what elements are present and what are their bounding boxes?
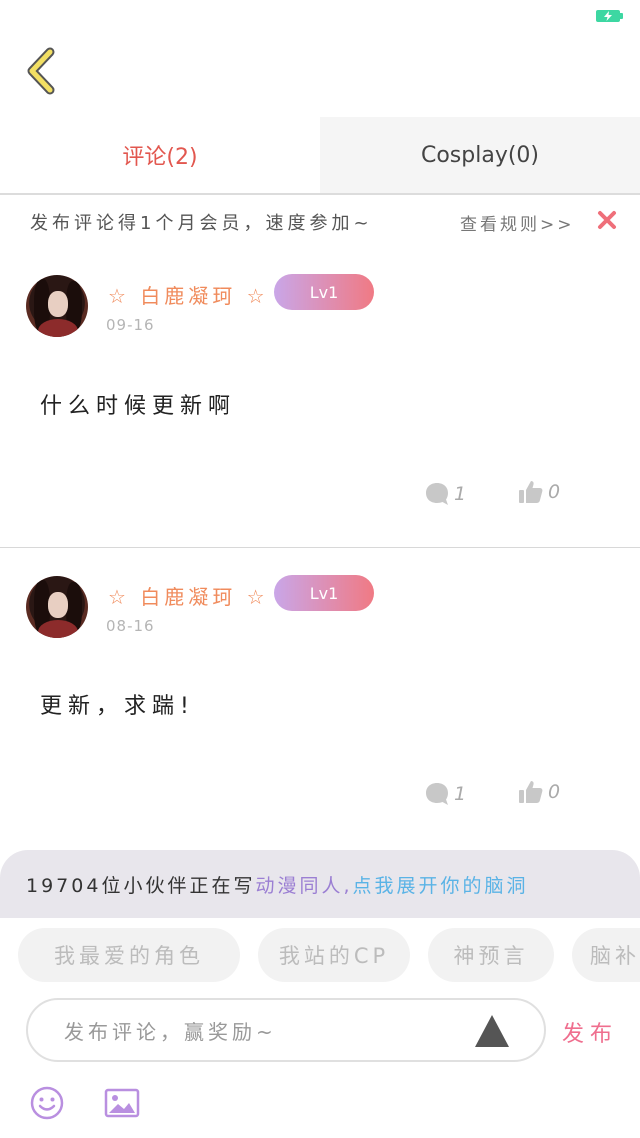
username[interactable]: ☆ 白鹿凝珂 ☆ (108, 280, 269, 309)
topic-chip[interactable]: 脑补 (572, 928, 640, 982)
reply-count: 1 (454, 783, 467, 805)
username[interactable]: ☆ 白鹿凝珂 ☆ (108, 581, 269, 610)
topic-chip[interactable]: 我最爱的角色 (18, 928, 240, 982)
topic-chip[interactable]: 神预言 (428, 928, 554, 982)
promo-count-text: 19704位小伙伴正在写 (26, 874, 256, 897)
comment-text: 什么时候更新啊 (40, 394, 237, 419)
tab-cosplay[interactable]: Cosplay(0) (320, 117, 640, 193)
like-button[interactable]: 0 (518, 778, 560, 806)
reply-count: 1 (454, 483, 467, 505)
smiley-icon[interactable] (30, 1086, 64, 1120)
promo-topic-text: 动漫同人, (255, 874, 353, 897)
reply-button[interactable]: 1 (424, 480, 466, 508)
battery-icon (596, 10, 623, 22)
tab-bar: 评论(2) Cosplay(0) (0, 117, 640, 195)
view-rules-link[interactable]: 查看规则>> (460, 210, 575, 235)
topic-chip[interactable]: 我站的CP (258, 928, 410, 982)
comment-input-placeholder: 发布评论，赢奖励~ (64, 1019, 277, 1044)
like-count: 0 (548, 481, 561, 503)
divider (0, 547, 640, 548)
thumbs-up-icon (519, 481, 543, 503)
comment-bubble-icon (426, 783, 448, 805)
thumbs-up-icon (519, 781, 543, 803)
notice-text: 发布评论得1个月会员，速度参加~ (30, 213, 373, 234)
promo-banner[interactable]: 19704位小伙伴正在写 动漫同人, 点我展开你的脑洞 (0, 850, 640, 918)
back-button[interactable] (24, 46, 64, 96)
comment-date: 09-16 (106, 316, 155, 334)
topic-chips: 我最爱的角色 我站的CP 神预言 脑补 (0, 918, 640, 996)
tab-comments[interactable]: 评论(2) (0, 117, 320, 193)
level-badge: Lv1 (274, 274, 374, 310)
avatar[interactable] (26, 576, 88, 638)
close-icon[interactable] (596, 209, 618, 231)
comment-date: 08-16 (106, 617, 155, 635)
promo-cta-text[interactable]: 点我展开你的脑洞 (353, 871, 529, 898)
image-icon[interactable] (104, 1088, 140, 1118)
triangle-icon[interactable] (474, 1014, 510, 1048)
chevron-left-icon (27, 47, 55, 95)
reply-button[interactable]: 1 (424, 780, 466, 808)
status-bar (0, 0, 640, 34)
comment-bubble-icon (426, 483, 448, 505)
like-button[interactable]: 0 (518, 478, 560, 506)
avatar[interactable] (26, 275, 88, 337)
level-badge: Lv1 (274, 575, 374, 611)
compose-panel: 19704位小伙伴正在写 动漫同人, 点我展开你的脑洞 我最爱的角色 我站的CP… (0, 850, 640, 1138)
comment-input[interactable]: 发布评论，赢奖励~ (26, 998, 546, 1062)
comment-text: 更新，求踹! (40, 694, 195, 719)
like-count: 0 (548, 781, 561, 803)
publish-button[interactable]: 发布 (562, 1016, 618, 1048)
notice-bar: 发布评论得1个月会员，速度参加~ 查看规则>> (0, 197, 640, 247)
